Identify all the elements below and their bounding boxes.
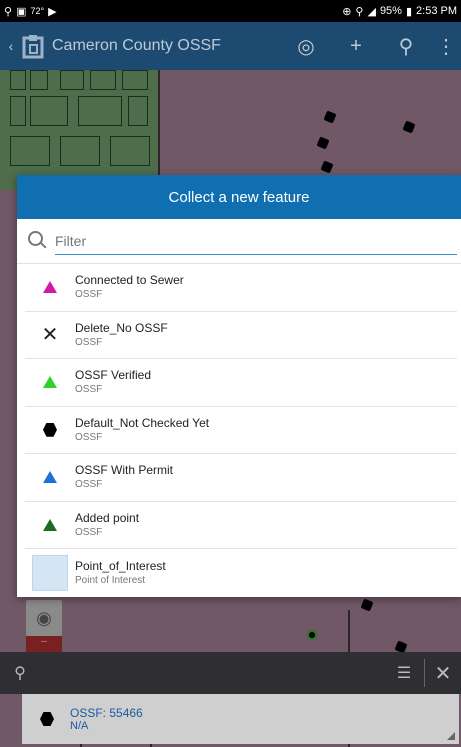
locate-icon[interactable]: ◎	[281, 34, 331, 59]
feature-type-layer: OSSF	[75, 289, 103, 301]
bottom-bar: ⚲ ☰ ✕	[0, 652, 461, 694]
feature-type-name: Default_Not Checked Yet	[75, 415, 210, 430]
feature-type-item[interactable]: Default_Not Checked Yet OSSF	[25, 407, 457, 454]
hexagon-icon	[43, 422, 57, 437]
sync-icon: ⊕	[342, 5, 352, 18]
status-time: 2:53 PM	[416, 5, 457, 17]
resize-handle-icon[interactable]	[447, 732, 455, 740]
feature-type-name: Point_of_Interest	[75, 558, 166, 573]
my-location-button[interactable]: ◉	[26, 600, 62, 636]
signal-icon: ◢	[367, 5, 376, 18]
app-bar: ‹ Cameron County OSSF ◎ + ⚲ ⋮	[0, 22, 461, 70]
swatch-icon	[32, 554, 68, 591]
battery-level: 95%	[379, 5, 402, 17]
back-chevron-icon[interactable]: ‹	[4, 38, 18, 54]
pin-icon[interactable]: ⚲	[0, 663, 40, 683]
feature-type-item[interactable]: OSSF Verified OSSF	[25, 359, 457, 407]
record-button[interactable]: --	[26, 636, 62, 652]
close-icon[interactable]: ✕	[425, 661, 461, 686]
gallery-icon: ▣	[16, 5, 27, 18]
feature-type-item[interactable]: Connected to Sewer OSSF	[25, 264, 457, 312]
feature-type-layer: OSSF	[75, 479, 103, 491]
feature-type-layer: OSSF	[75, 431, 103, 443]
feature-type-name: Added point	[75, 510, 140, 525]
location-status-icon: ⚲	[355, 5, 364, 18]
battery-icon: ▮	[405, 5, 413, 18]
feature-type-item[interactable]: ✕ Delete_No OSSF OSSF	[25, 312, 457, 359]
feature-type-name: OSSF Verified	[75, 368, 152, 383]
feature-type-item[interactable]: Added point OSSF	[25, 502, 457, 549]
list-icon[interactable]: ☰	[384, 663, 424, 683]
filter-bar	[17, 219, 461, 264]
x-icon: ✕	[41, 323, 59, 346]
status-temp: 72°	[30, 6, 45, 16]
play-icon: ▶	[48, 5, 57, 18]
triangle-icon	[43, 471, 57, 484]
triangle-icon	[43, 376, 57, 389]
collect-feature-dialog: Collect a new feature Connected to Sewer…	[17, 175, 461, 597]
app-title: Cameron County OSSF	[52, 37, 221, 54]
feature-type-name: Delete_No OSSF	[75, 320, 168, 335]
selected-feature-card[interactable]: OSSF: 55466 N/A	[22, 694, 459, 744]
feature-type-name: Connected to Sewer	[75, 273, 184, 288]
app-logo-icon	[22, 35, 44, 59]
search-icon[interactable]: ⚲	[381, 34, 431, 59]
feature-type-list: Connected to Sewer OSSF ✕ Delete_No OSSF OSS…	[17, 264, 461, 597]
overflow-menu-icon[interactable]: ⋮	[431, 34, 461, 59]
triangle-icon	[43, 518, 57, 531]
filter-input[interactable]	[55, 227, 457, 255]
feature-type-item[interactable]: OSSF With Permit OSSF	[25, 454, 457, 502]
add-icon[interactable]: +	[331, 35, 381, 58]
feature-type-layer: OSSF	[75, 336, 103, 348]
selected-feature-title: OSSF: 55466	[70, 706, 143, 720]
triangle-icon	[43, 281, 57, 294]
feature-type-layer: OSSF	[75, 384, 103, 396]
dialog-title: Collect a new feature	[17, 175, 461, 219]
feature-type-layer: Point of Interest	[75, 574, 146, 586]
feature-type-layer: OSSF	[75, 526, 103, 538]
selected-feature-subtitle: N/A	[70, 720, 89, 732]
location-icon: ⚲	[4, 5, 13, 18]
status-bar: ⚲ ▣ 72° ▶ ⊕ ⚲ ◢ 95% ▮ 2:53 PM	[0, 0, 461, 22]
search-icon	[27, 230, 49, 252]
feature-type-name: OSSF With Permit	[75, 463, 174, 478]
feature-type-item[interactable]: Point_of_Interest Point of Interest	[25, 549, 457, 597]
hexagon-icon	[40, 712, 54, 726]
